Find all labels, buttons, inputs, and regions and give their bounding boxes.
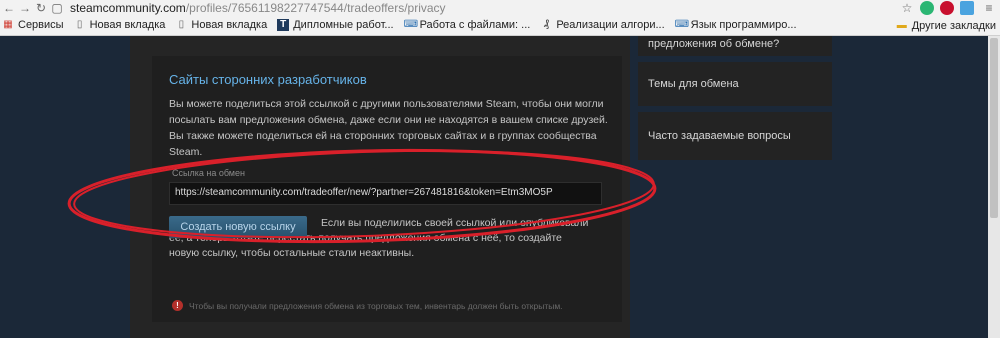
- bookmark-files[interactable]: ⌨ Работа с файлами: ...: [404, 19, 531, 31]
- extension-red-icon[interactable]: [940, 0, 954, 15]
- bookmark-language[interactable]: ⌨ Язык программиро...: [675, 19, 797, 31]
- sidebar-item-label: предложения об обмене?: [648, 38, 780, 50]
- sidebar-item-trade-offers-question[interactable]: предложения об обмене?: [638, 36, 832, 56]
- page-icon: ▯: [178, 19, 185, 30]
- left-background: [0, 36, 130, 338]
- bookmark-label: Реализации алгори...: [556, 19, 665, 31]
- right-sidebar: предложения об обмене? Темы для обмена Ч…: [630, 36, 840, 338]
- folder-icon: ▬: [896, 19, 907, 31]
- bookmark-algorithms[interactable]: ₰ Реализации алгори...: [540, 19, 665, 31]
- sidebar-item-label: Часто задаваемые вопросы: [648, 130, 791, 142]
- warning-icon: !: [172, 300, 183, 311]
- trade-link-field[interactable]: https://steamcommunity.com/tradeoffer/ne…: [169, 182, 602, 205]
- other-bookmarks[interactable]: ▬ Другие закладки: [896, 15, 996, 36]
- bookmark-label: Дипломные работ...: [293, 19, 394, 31]
- bookmark-label: Новая вкладка: [191, 19, 268, 31]
- apps-grid-icon: ▦: [3, 19, 13, 30]
- right-background: [840, 36, 988, 338]
- bookmark-label: Работа с файлами: ...: [419, 19, 531, 31]
- code-icon: ⌨: [403, 19, 418, 30]
- algo-icon: ₰: [543, 19, 549, 30]
- section-title: Сайты сторонних разработчиков: [169, 72, 367, 87]
- trade-link-label: Ссылка на обмен: [172, 168, 245, 178]
- page: Сайты сторонних разработчиков Вы можете …: [0, 36, 1000, 338]
- section-description: Вы можете поделиться этой ссылкой с друг…: [169, 98, 608, 158]
- bookmark-label: Язык программиро...: [690, 19, 797, 31]
- sidebar-item-trade-topics[interactable]: Темы для обмена: [638, 62, 832, 106]
- third-party-sites-card: Сайты сторонних разработчиков Вы можете …: [152, 56, 622, 322]
- star-icon[interactable]: ☆: [900, 1, 914, 15]
- sidebar-item-faq[interactable]: Часто задаваемые вопросы: [638, 112, 832, 160]
- bookmark-new-tab-1[interactable]: ▯ Новая вкладка: [74, 19, 166, 31]
- address-bar: ← → ↻ ▢ steamcommunity.com/profiles/7656…: [0, 0, 1000, 15]
- scrollbar-thumb[interactable]: [990, 38, 998, 218]
- bookmark-apps[interactable]: ▦ Сервисы: [2, 19, 64, 31]
- bookmark-label: Сервисы: [18, 19, 64, 31]
- url-host: steamcommunity.com: [70, 0, 186, 15]
- extensions-area: ☆ ≡: [898, 0, 996, 15]
- menu-icon[interactable]: ≡: [982, 1, 996, 15]
- bookmarks-bar: ▦ Сервисы ▯ Новая вкладка ▯ Новая вкладк…: [0, 15, 1000, 36]
- bookmark-new-tab-2[interactable]: ▯ Новая вкладка: [175, 19, 268, 31]
- bookmark-diploma[interactable]: T Дипломные работ...: [277, 19, 394, 31]
- extension-blue-icon[interactable]: [960, 0, 974, 15]
- back-arrow-icon[interactable]: ←: [2, 1, 16, 15]
- page-scrollbar[interactable]: [988, 36, 1000, 338]
- url-path: /profiles/76561198227747544/tradeoffers/…: [185, 0, 446, 15]
- reload-icon[interactable]: ↻: [34, 1, 48, 15]
- page-icon: ▢: [51, 0, 63, 15]
- t-icon: T: [277, 19, 290, 31]
- page-icon: ▯: [76, 19, 83, 30]
- sidebar-item-label: Темы для обмена: [648, 78, 739, 90]
- forward-arrow-icon[interactable]: →: [18, 1, 32, 15]
- extension-green-icon[interactable]: [920, 0, 934, 15]
- inventory-warning: ! Чтобы вы получали предложения обмена и…: [172, 300, 563, 311]
- create-new-link-button[interactable]: Создать новую ссылку: [169, 216, 307, 238]
- url-field[interactable]: steamcommunity.com/profiles/765611982277…: [70, 1, 446, 15]
- other-bookmarks-label: Другие закладки: [911, 19, 996, 32]
- code-icon: ⌨: [674, 19, 690, 30]
- warning-text: Чтобы вы получали предложения обмена из …: [189, 300, 563, 311]
- bookmark-label: Новая вкладка: [89, 19, 166, 31]
- main-column: Сайты сторонних разработчиков Вы можете …: [130, 36, 630, 338]
